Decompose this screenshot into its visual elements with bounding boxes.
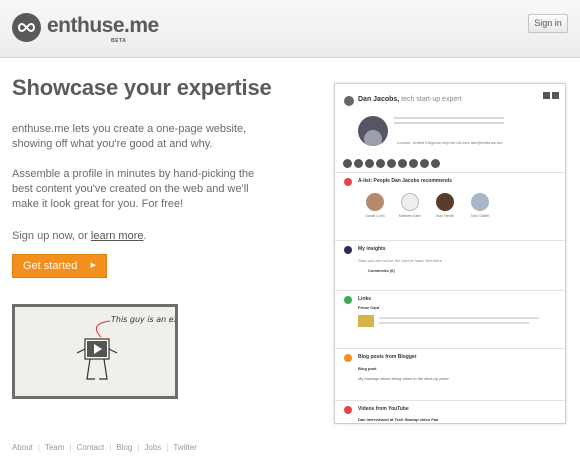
recommended-person: Toby Gattlet bbox=[465, 193, 495, 218]
section-insights: My insights Start-ups are not for the fa… bbox=[335, 240, 565, 288]
section-blog: Blog posts from Blogger Blog post My mus… bbox=[335, 348, 565, 398]
recommended-person: Matthew Kane bbox=[395, 193, 425, 218]
person-name: Matthew Kane bbox=[398, 214, 422, 218]
profile-links: London, United Kingdom http://en.th.us/e… bbox=[397, 140, 503, 145]
avatar bbox=[471, 193, 489, 211]
person-name: Toby Gattlet bbox=[470, 214, 490, 218]
settings-icon bbox=[552, 92, 559, 99]
check-icon bbox=[344, 296, 352, 304]
profile-tagline: tech start-up expert bbox=[399, 96, 462, 103]
insight-quote: Start-ups are not for the faint of heart… bbox=[358, 258, 442, 263]
infinity-icon bbox=[18, 22, 35, 33]
social-icon bbox=[387, 159, 396, 168]
person-name: Daniel Cohn bbox=[365, 214, 385, 218]
social-icons bbox=[343, 155, 442, 173]
profile-name: Dan Jacobs, tech start-up expert bbox=[358, 96, 462, 103]
recommended-person: Alan Hewitt bbox=[430, 193, 460, 218]
footer-nav: About | Team | Contact | Blog | Jobs | Twitter bbox=[12, 443, 197, 452]
section-title: My insights bbox=[358, 246, 386, 252]
footer-link-contact[interactable]: Contact bbox=[77, 443, 105, 452]
site-header: enthuse.me BETA Sign in bbox=[0, 0, 580, 58]
youtube-icon bbox=[344, 406, 352, 414]
footer-link-twitter[interactable]: Twitter bbox=[173, 443, 197, 452]
social-icon bbox=[343, 159, 352, 168]
signup-line: Sign up now, or learn more. bbox=[12, 229, 257, 244]
preview-controls bbox=[541, 86, 559, 104]
link-title: Prime Card bbox=[358, 305, 380, 310]
blog-post-title: Blog post bbox=[358, 366, 377, 371]
intro-paragraph: enthuse.me lets you create a one-page we… bbox=[12, 123, 247, 150]
profile-name-text: Dan Jacobs, bbox=[358, 96, 400, 103]
profile-preview: Dan Jacobs, tech start-up expert London,… bbox=[334, 83, 566, 424]
page-title: Showcase your expertise bbox=[12, 75, 272, 100]
social-icon bbox=[431, 159, 440, 168]
logo-icon[interactable] bbox=[12, 13, 41, 42]
social-icon bbox=[376, 159, 385, 168]
link-thumbnail bbox=[358, 315, 374, 327]
get-started-label: Get started bbox=[23, 260, 78, 272]
video-title: Dan interviewed at Tech Startup video Fa… bbox=[358, 417, 439, 422]
profile-photo bbox=[358, 116, 388, 146]
brand-name[interactable]: enthuse.me bbox=[47, 14, 159, 38]
avatar bbox=[436, 193, 454, 211]
section-title: Blog posts from Blogger bbox=[358, 354, 417, 360]
section-recommends: A-list: People Dan Jacobs recommends Dan… bbox=[335, 172, 565, 238]
section-title: Links bbox=[358, 296, 372, 302]
social-icon bbox=[365, 159, 374, 168]
intro-video[interactable]: This guy is an expert bbox=[12, 304, 178, 399]
blogger-icon bbox=[344, 354, 352, 362]
profile-bio bbox=[394, 117, 504, 119]
link-description bbox=[379, 317, 539, 319]
social-icon bbox=[354, 159, 363, 168]
link-description bbox=[379, 322, 529, 324]
footer-divider: | bbox=[137, 443, 140, 452]
signup-prefix: Sign up now, or bbox=[12, 230, 91, 242]
video-caption: This guy is an expert bbox=[111, 315, 178, 324]
footer-link-about[interactable]: About bbox=[12, 443, 33, 452]
social-icon bbox=[398, 159, 407, 168]
description-paragraph: Assemble a profile in minutes by hand-pi… bbox=[12, 168, 255, 210]
avatar bbox=[401, 193, 419, 211]
avatar bbox=[366, 193, 384, 211]
section-title: Videos from YouTube bbox=[358, 406, 409, 412]
insight-comments: Comments (0) bbox=[368, 268, 395, 273]
signup-suffix: . bbox=[143, 230, 147, 242]
section-videos: Videos from YouTube Dan interviewed at T… bbox=[335, 400, 565, 423]
section-links: Links Prime Card bbox=[335, 290, 565, 346]
footer-link-blog[interactable]: Blog bbox=[116, 443, 132, 452]
arrow-right-icon: ▶ bbox=[90, 262, 96, 269]
sign-in-button[interactable]: Sign in bbox=[528, 14, 568, 33]
beta-badge: BETA bbox=[111, 38, 127, 44]
learn-more-link[interactable]: learn more bbox=[91, 230, 144, 242]
footer-divider: | bbox=[109, 443, 112, 452]
footer-link-team[interactable]: Team bbox=[45, 443, 65, 452]
footer-divider: | bbox=[166, 443, 169, 452]
lightbulb-icon bbox=[344, 246, 352, 254]
footer-divider: | bbox=[69, 443, 72, 452]
social-icon bbox=[420, 159, 429, 168]
star-icon bbox=[344, 178, 352, 186]
footer-divider: | bbox=[37, 443, 40, 452]
social-icon bbox=[409, 159, 418, 168]
get-started-button[interactable]: Get started ▶ bbox=[12, 254, 107, 278]
section-title: A-list: People Dan Jacobs recommends bbox=[358, 178, 452, 184]
recommended-person: Daniel Cohn bbox=[360, 193, 390, 218]
blog-post-excerpt: My musings about being alone in the star… bbox=[358, 376, 449, 381]
footer-link-jobs[interactable]: Jobs bbox=[144, 443, 161, 452]
avatar bbox=[344, 96, 354, 106]
share-icon bbox=[543, 92, 550, 99]
person-name: Alan Hewitt bbox=[436, 214, 454, 218]
